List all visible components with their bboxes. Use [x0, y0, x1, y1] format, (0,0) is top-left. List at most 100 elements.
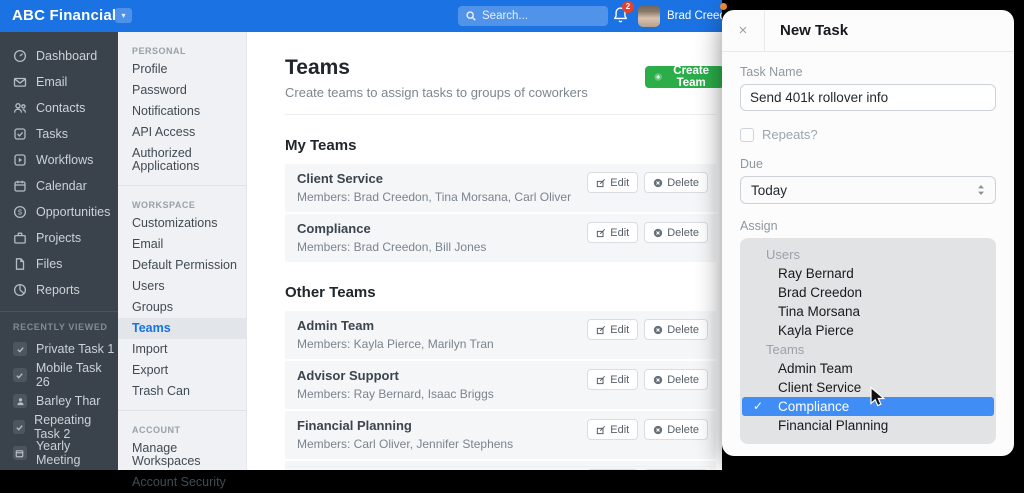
global-search[interactable]: [458, 6, 608, 26]
assign-option-ray-bernard[interactable]: Ray Bernard: [740, 264, 996, 283]
app-window: ABC Financial ▾ 2 Brad Creedon Dashboard: [0, 0, 1024, 489]
delete-button[interactable]: Delete: [644, 172, 708, 193]
delete-button[interactable]: Delete: [644, 222, 708, 243]
delete-label: Delete: [667, 323, 699, 336]
calendar-icon: [13, 446, 27, 460]
sidebar-item-contacts[interactable]: Contacts: [0, 95, 118, 121]
pie-chart-icon: [13, 283, 27, 297]
task-check-icon: [13, 420, 26, 434]
assign-option-brad-creedon[interactable]: Brad Creedon: [740, 283, 996, 302]
delete-button[interactable]: Delete: [644, 419, 708, 440]
recent-item-barley-thar[interactable]: Barley Thar: [0, 388, 118, 414]
edit-label: Edit: [610, 323, 630, 336]
recent-item-label: Mobile Task 26: [35, 361, 102, 389]
settings-item-password[interactable]: Password: [118, 80, 246, 101]
settings-item-export[interactable]: Export: [118, 360, 246, 381]
settings-item-manage-workspaces[interactable]: Manage Workspaces: [118, 438, 246, 472]
create-team-button[interactable]: Create Team: [645, 65, 724, 89]
settings-item-teams[interactable]: Teams: [118, 318, 246, 339]
sidebar-item-files[interactable]: Files: [0, 251, 118, 277]
recently-viewed-heading: RECENTLY VIEWED: [13, 322, 108, 332]
settings-item-users[interactable]: Users: [118, 276, 246, 297]
recent-item-label: Barley Thar: [36, 394, 101, 408]
assign-option-client-service[interactable]: Client Service: [740, 378, 996, 397]
sidebar-item-dashboard[interactable]: Dashboard: [0, 43, 118, 69]
settings-item-authorized-applications[interactable]: Authorized Applications: [118, 143, 246, 177]
main-content: Teams Create teams to assign tasks to gr…: [247, 32, 724, 470]
delete-label: Delete: [667, 423, 699, 436]
delete-label: Delete: [667, 373, 699, 386]
recent-item-repeating-task-2[interactable]: Repeating Task 2: [0, 413, 118, 441]
edit-button[interactable]: Edit: [587, 222, 639, 243]
assign-option-label: Compliance: [778, 399, 850, 414]
user-avatar[interactable]: [638, 5, 660, 27]
settings-item-api-access[interactable]: API Access: [118, 122, 246, 143]
settings-item-customizations[interactable]: Customizations: [118, 213, 246, 234]
assign-option-tina-morsana[interactable]: Tina Morsana: [740, 302, 996, 321]
repeats-checkbox[interactable]: [740, 127, 754, 142]
assign-option-admin-team[interactable]: Admin Team: [740, 359, 996, 378]
sidebar-item-opportunities[interactable]: $ Opportunities: [0, 199, 118, 225]
sidebar-item-tasks[interactable]: Tasks: [0, 121, 118, 147]
settings-item-import[interactable]: Import: [118, 339, 246, 360]
task-check-icon: [13, 342, 27, 356]
edit-label: Edit: [610, 423, 630, 436]
assign-option-compliance[interactable]: ✓ Compliance: [742, 397, 994, 416]
edit-pencil-icon: [597, 425, 606, 434]
search-input[interactable]: [482, 10, 592, 22]
settings-item-trash-can[interactable]: Trash Can: [118, 381, 246, 402]
person-icon: [13, 394, 27, 408]
task-name-input[interactable]: [740, 84, 996, 111]
team-row-client-service: Client Service Members: Brad Creedon, Ti…: [285, 164, 716, 212]
sidebar-item-label: Reports: [36, 283, 80, 297]
modal-header: × New Task: [722, 10, 1014, 52]
workspace-switcher-caret[interactable]: ▾: [115, 8, 132, 23]
edit-button[interactable]: Edit: [587, 419, 639, 440]
settings-sidebar: PERSONAL Profile Password Notifications …: [118, 32, 247, 489]
settings-item-account-security[interactable]: Account Security: [118, 472, 246, 493]
select-arrows-icon: [978, 185, 984, 195]
primary-sidebar: Dashboard Email Contacts Tasks Workflows…: [0, 32, 118, 470]
recent-item-label: Private Task 1: [36, 342, 115, 356]
new-task-modal: × New Task Task Name Repeats? Due Today …: [722, 10, 1014, 456]
modal-body: Task Name Repeats? Due Today Assign User…: [722, 52, 1014, 444]
sidebar-item-reports[interactable]: Reports: [0, 277, 118, 303]
recent-item-yearly-meeting[interactable]: Yearly Meeting: [0, 439, 118, 467]
edit-label: Edit: [610, 226, 630, 239]
notifications-button[interactable]: 2: [612, 1, 634, 26]
recent-item-private-task-1[interactable]: Private Task 1: [0, 336, 118, 362]
file-icon: [15, 258, 25, 270]
email-icon: [13, 77, 27, 87]
chevron-down-icon: ▾: [121, 11, 126, 20]
sidebar-item-email[interactable]: Email: [0, 69, 118, 95]
close-button[interactable]: ×: [722, 10, 765, 51]
edit-button[interactable]: Edit: [587, 172, 639, 193]
due-value: Today: [751, 182, 788, 198]
settings-item-notifications[interactable]: Notifications: [118, 101, 246, 122]
delete-button[interactable]: Delete: [644, 319, 708, 340]
edit-pencil-icon: [597, 325, 606, 334]
sidebar-item-label: Dashboard: [36, 49, 98, 63]
edit-button[interactable]: Edit: [587, 319, 639, 340]
sidebar-item-calendar[interactable]: Calendar: [0, 173, 118, 199]
recent-item-mobile-task-26[interactable]: Mobile Task 26: [0, 361, 118, 389]
edit-button[interactable]: Edit: [587, 369, 639, 390]
delete-button[interactable]: Delete: [644, 369, 708, 390]
sidebar-item-label: Email: [36, 75, 68, 89]
close-icon: ×: [738, 22, 748, 39]
due-select[interactable]: Today: [740, 176, 996, 204]
settings-item-profile[interactable]: Profile: [118, 59, 246, 80]
assign-option-financial-planning[interactable]: Financial Planning: [740, 416, 996, 435]
sidebar-item-workflows[interactable]: Workflows: [0, 147, 118, 173]
settings-item-groups[interactable]: Groups: [118, 297, 246, 318]
settings-item-email[interactable]: Email: [118, 234, 246, 255]
other-teams-list: Admin Team Members: Kayla Pierce, Marily…: [285, 311, 716, 470]
delete-circle-icon: [654, 325, 663, 334]
edit-pencil-icon: [597, 178, 606, 187]
settings-item-default-permission[interactable]: Default Permission: [118, 255, 246, 276]
team-row-admin-team: Admin Team Members: Kayla Pierce, Marily…: [285, 311, 716, 359]
other-teams-heading: Other Teams: [285, 284, 376, 301]
assign-option-kayla-pierce[interactable]: Kayla Pierce: [740, 321, 996, 340]
window-minimize-dot: [720, 3, 727, 10]
sidebar-item-projects[interactable]: Projects: [0, 225, 118, 251]
